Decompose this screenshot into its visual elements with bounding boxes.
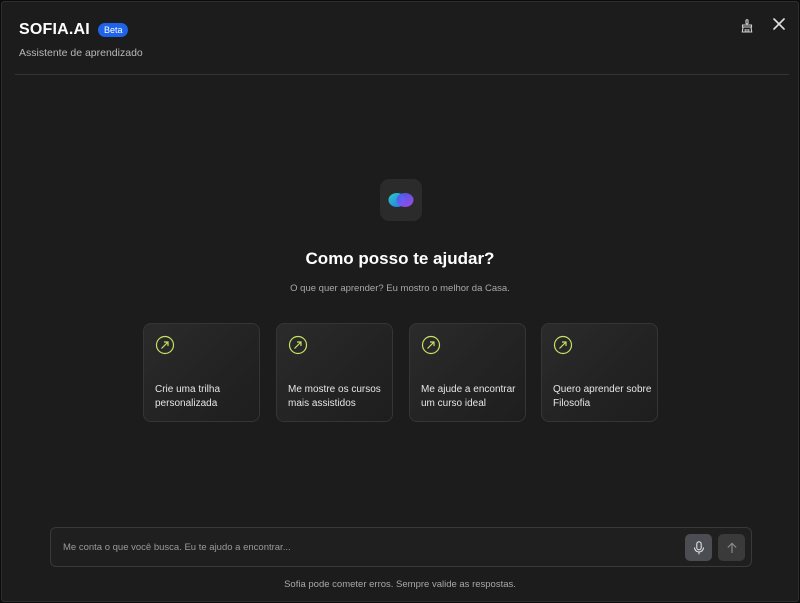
app-title: SOFIA.AI — [19, 21, 90, 38]
suggestion-label: Me mostre os cursos mais assistidos — [288, 384, 381, 409]
assistant-logo — [380, 179, 422, 221]
main-subtitle: O que quer aprender? Eu mostro o melhor … — [290, 283, 510, 294]
chat-input[interactable] — [63, 528, 663, 566]
brand: SOFIA.AI Beta — [19, 21, 129, 39]
microphone-icon — [693, 540, 704, 554]
clear-chat-button[interactable] — [737, 16, 757, 36]
app-subtitle: Assistente de aprendizado — [19, 47, 143, 59]
suggestion-label: Me ajude a encontrar um curso ideal — [421, 384, 516, 409]
main-title: Como posso te ajudar? — [305, 249, 495, 268]
infinity-logo-icon — [388, 193, 414, 207]
suggestion-card-philosophy[interactable]: Quero aprender sobre Filosofia — [541, 323, 658, 422]
send-button[interactable] — [718, 534, 745, 561]
arrow-up-right-icon — [553, 335, 573, 355]
arrow-up-right-icon — [155, 335, 175, 355]
disclaimer-text: Sofia pode cometer erros. Sempre valide … — [284, 579, 516, 590]
beta-badge: Beta — [97, 23, 129, 37]
suggestion-card-trail[interactable]: Crie uma trilha personalizada — [143, 323, 260, 422]
assistant-window: SOFIA.AI Beta Assistente de aprendizado — [1, 1, 799, 602]
close-icon — [773, 18, 785, 30]
suggestion-label: Quero aprender sobre Filosofia — [553, 384, 652, 409]
arrow-up-right-icon — [288, 335, 308, 355]
chat-input-box — [50, 527, 752, 567]
suggestion-card-find-course[interactable]: Me ajude a encontrar um curso ideal — [409, 323, 526, 422]
broom-icon — [741, 19, 753, 33]
arrow-up-right-icon — [421, 335, 441, 355]
arrow-up-icon — [726, 541, 737, 553]
header: SOFIA.AI Beta Assistente de aprendizado — [2, 2, 798, 75]
close-button[interactable] — [769, 14, 789, 34]
header-divider — [15, 74, 789, 75]
suggestion-card-popular[interactable]: Me mostre os cursos mais assistidos — [276, 323, 393, 422]
suggestion-label: Crie uma trilha personalizada — [155, 384, 221, 409]
microphone-button[interactable] — [685, 534, 712, 561]
